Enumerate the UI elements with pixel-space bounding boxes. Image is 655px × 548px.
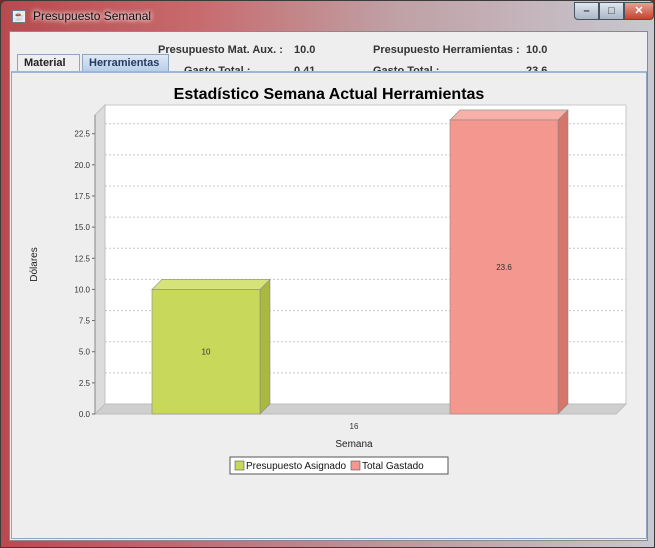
tab-panel: Estadístico Semana Actual Herramientas 0.… [11,71,647,539]
plot-left-wall [94,103,106,416]
y-tick-label: 7.5 [79,317,91,326]
mat-budget-label: Presupuesto Mat. Aux. : [158,44,283,56]
application-window: ☕ Presupuesto Semanal – □ ✕ Presupuesto … [0,0,655,548]
window-title: Presupuesto Semanal [33,9,152,23]
x-category-label: 16 [350,422,359,431]
y-tick-label: 10.0 [74,285,90,294]
window-bottom-edge [1,541,654,547]
close-button[interactable]: ✕ [624,2,654,20]
title-bar[interactable]: ☕ Presupuesto Semanal – □ ✕ [1,1,654,31]
y-tick-label: 15.0 [74,223,90,232]
y-tick-label: 0.0 [79,410,91,419]
bar-value-label-2: 23.6 [496,263,512,272]
bar-side-1 [259,278,271,415]
bar-top-1 [151,279,271,290]
tab-herramientas[interactable]: Herramientas [82,54,169,71]
herr-budget-label: Presupuesto Herramientas : [373,44,520,56]
mat-budget-value: 10.0 [294,44,316,56]
y-axis-label: Dólares [29,247,40,281]
bar-top-2 [449,109,569,121]
x-axis-label: Semana [335,439,373,450]
y-tick-label: 22.5 [74,130,90,139]
herr-budget-value: 10.0 [526,44,548,56]
bar-chart: Estadístico Semana Actual Herramientas 0.… [29,86,628,475]
y-tick-label: 20.0 [74,161,90,170]
chart-title: Estadístico Semana Actual Herramientas [174,86,485,103]
y-tick-label: 5.0 [79,348,91,357]
tab-material[interactable]: Material [17,54,80,71]
y-tick-label: 2.5 [79,379,91,388]
y-tick-label: 12.5 [74,254,90,263]
java-app-icon: ☕ [12,10,26,23]
bar-side-2 [557,109,569,415]
bar-value-label-1: 10 [202,348,211,357]
legend-label-2: Total Gastado [362,461,424,472]
legend-label-1: Presupuesto Asignado [246,461,347,472]
y-tick-label: 17.5 [74,192,90,201]
maximize-button[interactable]: □ [599,2,624,20]
minimize-button[interactable]: – [574,2,599,20]
legend-swatch-1 [234,460,245,471]
legend-swatch-2 [350,460,361,471]
